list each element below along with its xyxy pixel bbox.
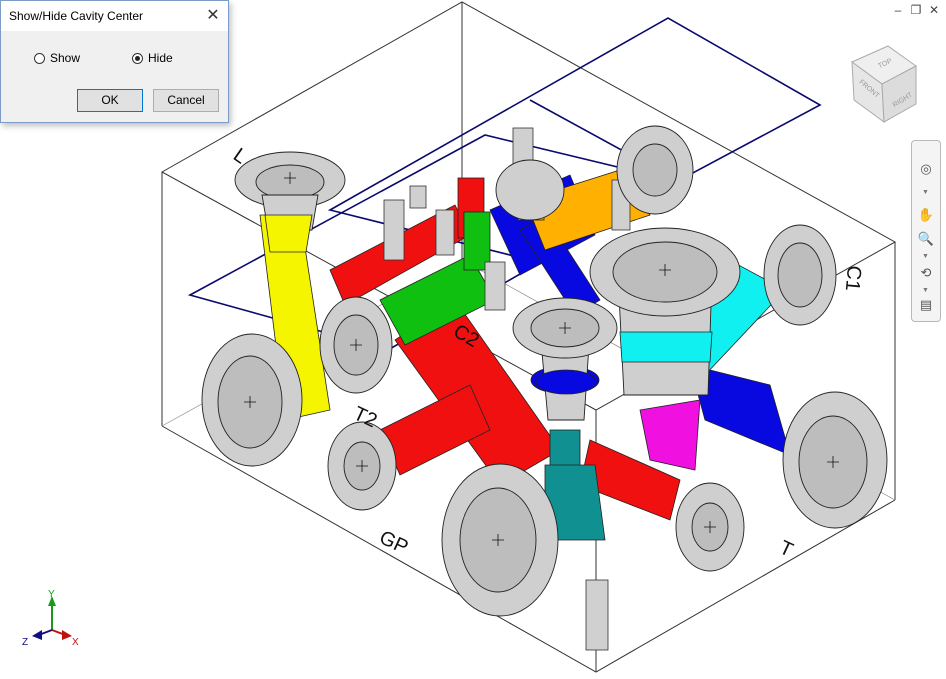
show-hide-cavity-dialog: Show/Hide Cavity Center ✕ Show Hide OK C… — [0, 0, 229, 123]
port-label-gp: GP — [376, 527, 411, 559]
window-controls: – ❐ ✕ — [892, 3, 940, 17]
close-window-button[interactable]: ✕ — [928, 3, 940, 17]
cancel-button[interactable]: Cancel — [153, 89, 219, 112]
ok-button[interactable]: OK — [77, 89, 143, 112]
navigation-bar: ◎ ▼ ✋ 🔍 ▼ ⟲ ▼ ▤ — [911, 140, 941, 322]
z-axis-arrow — [32, 630, 42, 640]
close-icon[interactable]: ✕ — [202, 5, 224, 27]
look-at-icon[interactable]: ▤ — [916, 295, 936, 315]
axis-x-label: X — [72, 637, 79, 648]
show-option[interactable]: Show — [34, 51, 80, 65]
dialog-title: Show/Hide Cavity Center — [9, 9, 144, 23]
pan-icon[interactable]: ✋ — [916, 205, 936, 225]
restore-button[interactable]: ❐ — [910, 3, 922, 17]
orbit-icon[interactable]: ⟲ — [916, 263, 936, 283]
minimize-button[interactable]: – — [892, 3, 904, 17]
zoom-dropdown-icon[interactable]: ▼ — [922, 253, 929, 260]
axis-y-label: Y — [48, 589, 55, 600]
hide-option[interactable]: Hide — [132, 51, 173, 65]
hide-radio[interactable] — [132, 52, 143, 64]
view-cube[interactable]: TOP FRONT RIGHT — [851, 45, 917, 124]
x-axis-arrow — [62, 630, 72, 640]
show-label: Show — [50, 51, 81, 65]
port-label-t: T — [776, 537, 796, 562]
port-label-c1: C1 — [841, 265, 865, 292]
zoom-icon[interactable]: 🔍 — [916, 229, 936, 249]
steering-wheel-dropdown-icon[interactable]: ▼ — [922, 189, 929, 196]
axis-triad: Y X Z — [22, 589, 79, 648]
show-radio[interactable] — [34, 52, 45, 64]
steering-wheel-icon[interactable]: ◎ — [916, 159, 936, 179]
orbit-dropdown-icon[interactable]: ▼ — [922, 287, 929, 294]
axis-z-label: Z — [22, 637, 28, 648]
hide-label: Hide — [148, 51, 173, 65]
dialog-titlebar[interactable]: Show/Hide Cavity Center ✕ — [1, 1, 228, 31]
